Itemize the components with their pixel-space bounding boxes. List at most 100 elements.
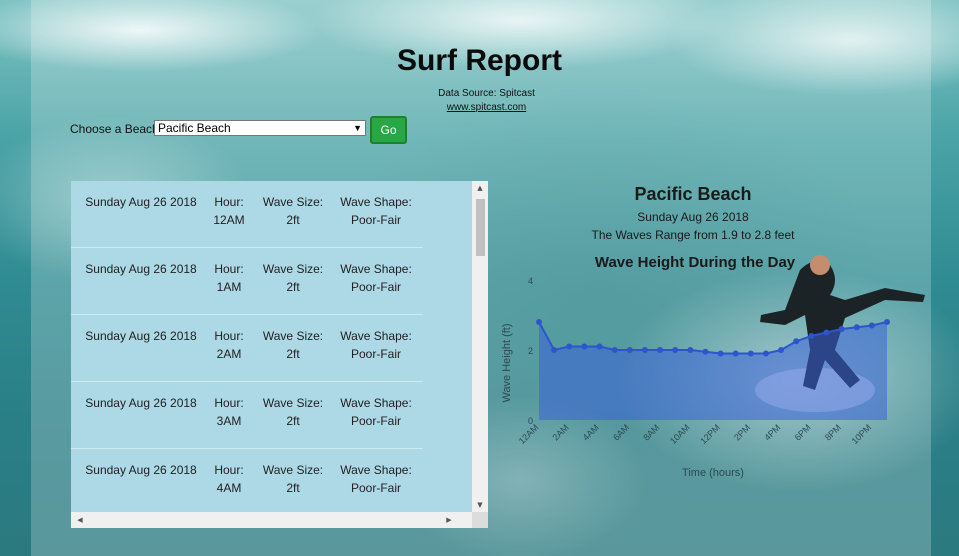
plot-area [536, 319, 890, 420]
data-point [611, 347, 618, 353]
forecast-hour-text: Hour: [214, 396, 244, 410]
forecast-hour-text: 12AM [213, 213, 245, 227]
forecast-wave-shape-text: Wave Shape: [340, 262, 412, 276]
forecast-hour: Hour: 4AM [211, 461, 247, 497]
forecast-wave-shape-text: Poor-Fair [350, 213, 401, 227]
data-point [672, 347, 679, 353]
x-tick-label: 6AM [611, 422, 631, 442]
forecast-wave-shape: Wave Shape: Poor-Fair [339, 394, 413, 430]
page-title: Surf Report [397, 44, 562, 77]
x-tick-label: 8PM [823, 422, 843, 442]
forecast-list-viewport: Sunday Aug 26 2018 Hour: 12AM Wave Size: 2ft… [71, 181, 472, 512]
forecast-row: Sunday Aug 26 2018 Hour: 2AM Wave Size: 2ft W… [71, 315, 423, 382]
scroll-right-icon[interactable]: ▶ [442, 512, 456, 528]
data-point [626, 347, 633, 353]
data-point [717, 350, 724, 357]
data-point [687, 347, 694, 353]
beach-select-label: Choose a Beach [70, 122, 159, 136]
forecast-wave-shape-text: Poor-Fair [350, 414, 401, 428]
forecast-wave-size-text: 2ft [286, 414, 300, 428]
forecast-hour: Hour: 12AM [211, 193, 247, 229]
forecast-date: Sunday Aug 26 2018 [85, 260, 197, 278]
forecast-wave-shape: Wave Shape: Poor-Fair [339, 327, 413, 363]
chart-beach-name: Pacific Beach [634, 184, 752, 204]
forecast-wave-size-text: 2ft [286, 213, 300, 227]
forecast-hour-text: Hour: [214, 262, 244, 276]
x-tick-label: 6PM [793, 422, 813, 442]
y-axis-label: Wave Height (ft) [501, 323, 513, 402]
forecast-wave-size: Wave Size: 2ft [261, 461, 325, 497]
chart-date: Sunday Aug 26 2018 [637, 210, 749, 224]
forecast-wave-size-text: Wave Size: [262, 262, 324, 276]
data-point [566, 343, 573, 350]
data-source: Data Source: Spitcast [438, 88, 535, 99]
forecast-wave-size-text: Wave Size: [262, 396, 324, 410]
scroll-down-icon[interactable]: ▼ [472, 498, 488, 512]
forecast-date-text: Sunday Aug 26 2018 [85, 329, 197, 343]
forecast-wave-shape-text: Poor-Fair [350, 481, 401, 495]
data-point [884, 319, 890, 325]
data-point [853, 324, 860, 331]
beach-select[interactable]: Pacific Beach ▼ [154, 120, 366, 136]
forecast-date-text: Sunday Aug 26 2018 [85, 463, 197, 477]
vertical-scrollbar[interactable]: ▲ ▼ [472, 181, 488, 512]
forecast-list[interactable]: Sunday Aug 26 2018 Hour: 12AM Wave Size: 2ft… [71, 181, 488, 528]
x-tick-label: 12AM [517, 422, 541, 446]
forecast-row: Sunday Aug 26 2018 Hour: 4AM Wave Size: 2ft W… [71, 449, 423, 512]
forecast-hour-text: 2AM [216, 347, 242, 361]
area-fill [539, 322, 887, 420]
forecast-wave-shape-text: Wave Shape: [340, 396, 412, 410]
forecast-date: Sunday Aug 26 2018 [85, 327, 197, 345]
forecast-wave-shape-text: Wave Shape: [340, 329, 412, 343]
dropdown-arrow-icon: ▼ [353, 123, 362, 133]
forecast-wave-size-text: Wave Size: [262, 195, 324, 209]
forecast-wave-shape-text: Poor-Fair [350, 347, 401, 361]
forecast-hour-text: Hour: [214, 329, 244, 343]
data-point [838, 326, 845, 332]
data-point [793, 338, 800, 345]
forecast-wave-size-text: Wave Size: [262, 329, 324, 343]
data-point [778, 347, 785, 353]
data-point [596, 343, 603, 350]
forecast-wave-size: Wave Size: 2ft [261, 260, 325, 296]
x-tick-label: 8AM [641, 422, 661, 442]
x-tick-label: 2PM [732, 422, 752, 442]
x-tick-label: 2AM [551, 422, 571, 442]
data-point [732, 350, 739, 357]
y-axis: 024 [528, 276, 533, 426]
forecast-date-text: Sunday Aug 26 2018 [85, 195, 197, 209]
forecast-wave-shape: Wave Shape: Poor-Fair [339, 461, 413, 497]
wave-range-text: The Waves Range from 1.9 to 2.8 feet [591, 228, 795, 242]
go-button[interactable]: Go [370, 116, 407, 144]
data-point [823, 329, 830, 336]
forecast-date: Sunday Aug 26 2018 [85, 193, 197, 211]
forecast-hour: Hour: 1AM [211, 260, 247, 296]
data-point [702, 348, 709, 355]
horizontal-scrollbar[interactable]: ◀ ▶ [71, 512, 472, 528]
forecast-hour-text: 3AM [216, 414, 242, 428]
forecast-hour-text: Hour: [214, 195, 244, 209]
x-tick-label: 12PM [698, 422, 722, 446]
forecast-hour: Hour: 2AM [211, 327, 247, 363]
forecast-wave-size: Wave Size: 2ft [261, 193, 325, 229]
source-link[interactable]: www.spitcast.com [0, 102, 959, 113]
forecast-row: Sunday Aug 26 2018 Hour: 1AM Wave Size: 2ft W… [71, 248, 423, 315]
data-point [747, 350, 754, 357]
scroll-left-icon[interactable]: ◀ [73, 512, 87, 528]
forecast-date-text: Sunday Aug 26 2018 [85, 396, 197, 410]
x-tick-label: 10PM [850, 422, 874, 446]
forecast-date: Sunday Aug 26 2018 [85, 461, 197, 479]
x-tick-label: 10AM [668, 422, 692, 446]
x-axis-label: Time (hours) [682, 467, 744, 479]
scroll-thumb[interactable] [476, 199, 485, 256]
chart-title: Wave Height During the Day [595, 254, 796, 271]
forecast-wave-size-text: 2ft [286, 280, 300, 294]
forecast-wave-size-text: Wave Size: [262, 463, 324, 477]
x-axis: 12AM 2AM 4AM 6AM 8AM 10AM 12PM 2PM 4PM 6PM 8PM 10PM [517, 422, 874, 446]
forecast-wave-size: Wave Size: 2ft [261, 327, 325, 363]
data-point [762, 350, 769, 357]
forecast-row: Sunday Aug 26 2018 Hour: 12AM Wave Size: 2ft… [71, 181, 423, 248]
forecast-date-text: Sunday Aug 26 2018 [85, 262, 197, 276]
y-tick-label: 4 [528, 276, 533, 286]
scroll-up-icon[interactable]: ▲ [472, 181, 488, 195]
